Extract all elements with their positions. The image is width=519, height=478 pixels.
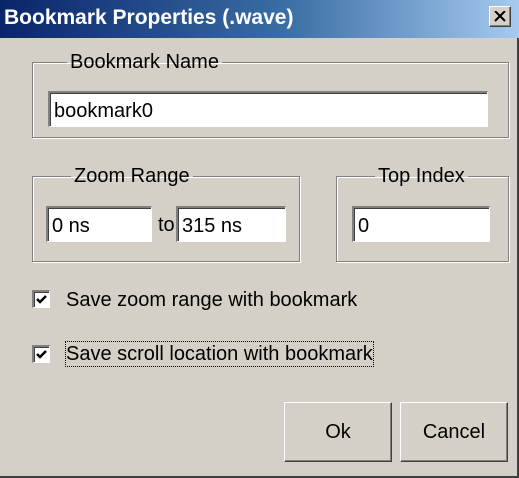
bookmark-name-legend: Bookmark Name (70, 51, 219, 73)
checkmark-icon (36, 350, 47, 359)
save-scroll-checkbox[interactable] (32, 345, 50, 363)
bookmark-name-input[interactable] (48, 91, 488, 127)
cancel-button[interactable]: Cancel (400, 402, 508, 462)
zoom-range-legend: Zoom Range (74, 165, 190, 187)
zoom-to-input[interactable] (176, 206, 286, 242)
close-icon (494, 11, 506, 22)
window-title: Bookmark Properties (.wave) (4, 6, 294, 29)
ok-button[interactable]: Ok (284, 402, 392, 462)
bookmark-properties-dialog: Bookmark Properties (.wave) Bookmark Nam… (0, 0, 519, 478)
title-bar[interactable]: Bookmark Properties (.wave) (0, 0, 519, 38)
save-scroll-label[interactable]: Save scroll location with bookmark (65, 341, 374, 367)
top-index-legend: Top Index (378, 165, 465, 187)
zoom-from-input[interactable] (46, 206, 152, 242)
save-zoom-checkbox[interactable] (32, 290, 50, 308)
save-zoom-label[interactable]: Save zoom range with bookmark (66, 288, 357, 312)
top-index-input[interactable] (352, 206, 490, 242)
checkmark-icon (36, 295, 47, 304)
zoom-to-label: to (158, 214, 175, 236)
close-button[interactable] (489, 6, 511, 27)
